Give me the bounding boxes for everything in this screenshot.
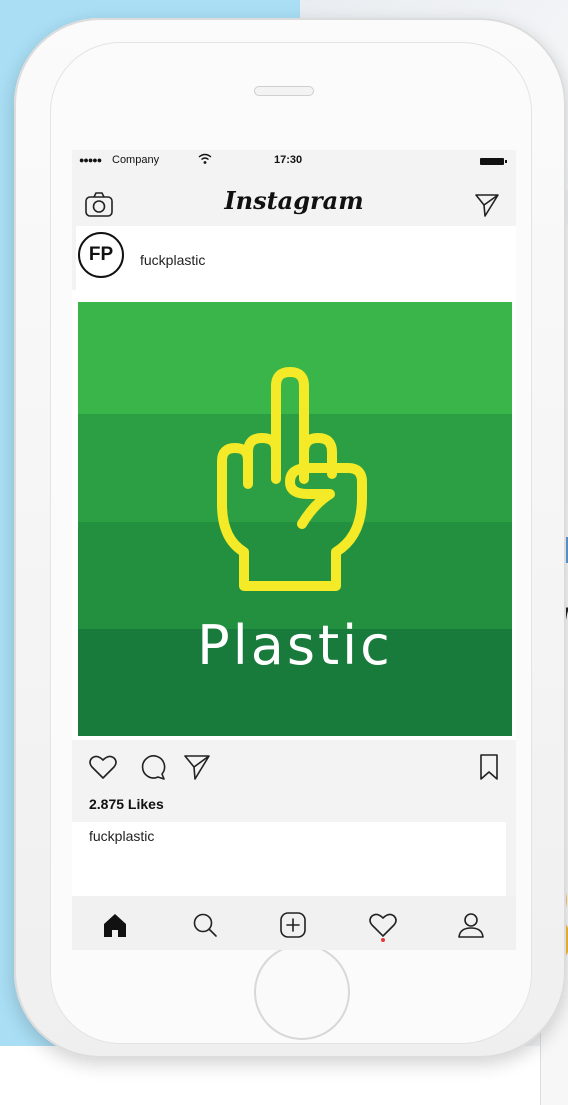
avatar[interactable]: FP [78,232,124,278]
bottom-tab-bar [72,896,516,950]
app-header: Instagram [72,176,516,226]
share-send-icon[interactable] [182,752,212,782]
phone-screen: ●●●●● Company 17:30 Instagram FP fuckpla… [72,150,516,950]
post-image-text: Plastic [197,614,393,677]
likes-count[interactable]: 2.875 Likes [89,796,164,812]
signal-strength: ●●●●● [79,155,102,165]
post-frame: Plastic [72,290,516,740]
post-actions [72,744,516,788]
post-image[interactable]: Plastic [78,302,512,736]
search-icon[interactable] [190,910,220,940]
home-icon[interactable] [100,910,130,940]
status-time: 17:30 [274,154,303,166]
send-icon[interactable] [474,192,500,218]
carrier-name: Company [112,154,160,166]
comment-icon[interactable] [138,752,168,782]
activity-heart-icon[interactable] [368,910,398,940]
phone-speaker [254,86,314,96]
heart-icon[interactable] [88,752,118,782]
wifi-icon [198,153,212,164]
battery-icon [480,158,507,165]
caption-box: fuckplastic [72,822,506,896]
middle-finger-hand-icon [217,367,367,591]
bookmark-icon[interactable] [474,752,504,782]
post-caption: fuckplastic [89,828,155,844]
post-header: FP fuckplastic [76,226,516,290]
add-post-icon[interactable] [278,910,308,940]
app-title: Instagram [224,186,364,215]
home-button[interactable] [254,944,350,1040]
post-username[interactable]: fuckplastic [140,252,205,268]
notification-dot [381,938,385,942]
profile-icon[interactable] [456,910,486,940]
status-bar: ●●●●● Company 17:30 [72,150,516,174]
